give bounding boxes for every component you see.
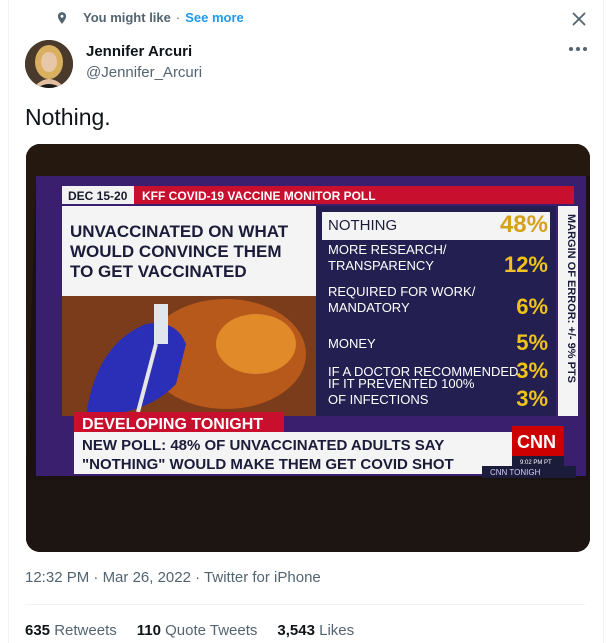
question-line-3: TO GET VACCINATED (70, 262, 247, 281)
avatar[interactable] (25, 40, 73, 88)
avatar-image (25, 40, 73, 88)
show-name: CNN TONIGH (490, 468, 541, 477)
quotes-label: Quote Tweets (165, 622, 258, 639)
result-value: 3% (516, 358, 548, 383)
result-label: MONEY (328, 336, 376, 351)
likes-count: 3,543 (277, 622, 315, 639)
result-label: TRANSPARENCY (328, 258, 434, 273)
retweets-stat[interactable]: 635 Retweets (25, 622, 117, 639)
margin-of-error: MARGIN OF ERROR: +/- 9% PTS (565, 214, 577, 383)
see-more-link[interactable]: See more (185, 10, 244, 25)
engagement-stats: 635 Retweets 110 Quote Tweets 3,543 Like… (25, 622, 354, 639)
broadcast-time: 9:02 PM PT (520, 460, 552, 466)
result-value: 12% (504, 252, 548, 277)
likes-stat[interactable]: 3,543 Likes (277, 622, 354, 639)
result-value: 3% (516, 386, 548, 411)
location-pin-icon (57, 11, 67, 24)
tv-screen-image: DEC 15-20 KFF COVID-19 VACCINE MONITOR P… (26, 144, 590, 552)
developing-label: DEVELOPING TONIGHT (82, 416, 263, 433)
result-label: OF INFECTIONS (328, 392, 429, 407)
tweet-media-photo[interactable]: DEC 15-20 KFF COVID-19 VACCINE MONITOR P… (26, 144, 590, 552)
result-value: 6% (516, 294, 548, 319)
context-label: You might like (83, 10, 171, 25)
likes-label: Likes (319, 622, 355, 639)
quotes-count: 110 (136, 622, 161, 639)
result-label: IF IT PREVENTED 100% (328, 376, 475, 391)
tweet-source[interactable]: Twitter for iPhone (204, 569, 321, 586)
quote-tweets-stat[interactable]: 110 Quote Tweets (137, 622, 258, 639)
retweets-label: Retweets (54, 622, 117, 639)
headline-line-1: NEW POLL: 48% OF UNVACCINATED ADULTS SAY (82, 437, 444, 454)
result-label: REQUIRED FOR WORK/ (328, 284, 476, 299)
divider (25, 604, 585, 605)
more-options-icon[interactable] (568, 44, 588, 54)
tweet-time[interactable]: 12:32 PM (25, 569, 89, 586)
tweet-date[interactable]: Mar 26, 2022 (103, 569, 191, 586)
poll-name: KFF COVID-19 VACCINE MONITOR POLL (142, 189, 376, 203)
context-separator: · (175, 10, 181, 25)
tweet-text: Nothing. (25, 104, 111, 130)
recommendation-context: You might like · See more (55, 10, 244, 25)
result-label: MORE RESEARCH/ (328, 242, 447, 257)
date-banner: DEC 15-20 (68, 189, 128, 203)
result-value: 48% (500, 211, 548, 238)
result-value: 5% (516, 330, 548, 355)
author-name[interactable]: Jennifer Arcuri (86, 43, 192, 60)
question-line-2: WOULD CONVINCE THEM (70, 242, 282, 261)
question-line-1: UNVACCINATED ON WHAT (70, 222, 289, 241)
headline-line-2: "NOTHING" WOULD MAKE THEM GET COVID SHOT (82, 456, 454, 473)
meta-separator: · (93, 569, 99, 586)
result-label: MANDATORY (328, 300, 410, 315)
close-icon[interactable] (568, 8, 590, 30)
result-label: NOTHING (328, 217, 397, 234)
author-handle[interactable]: @Jennifer_Arcuri (86, 64, 202, 81)
meta-separator: · (195, 569, 201, 586)
tweet-timestamp[interactable]: 12:32 PM · Mar 26, 2022 · Twitter for iP… (25, 569, 321, 586)
retweets-count: 635 (25, 622, 51, 639)
cnn-logo: CNN (517, 432, 556, 452)
